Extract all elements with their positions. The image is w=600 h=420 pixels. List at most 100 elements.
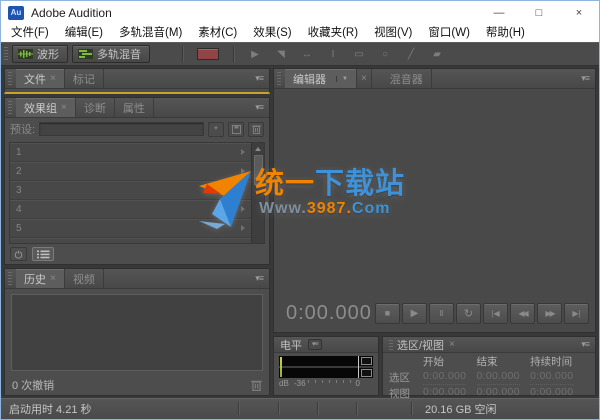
expand-arrow-icon[interactable] bbox=[241, 149, 245, 155]
menu-item-clip[interactable]: 素材(C) bbox=[190, 24, 245, 42]
menu-item-favorites[interactable]: 收藏夹(R) bbox=[300, 24, 366, 42]
multitrack-view-button[interactable]: 多轨混音 bbox=[72, 45, 150, 63]
tab-markers[interactable]: 标记 bbox=[65, 69, 104, 88]
effect-slot-number: 2 bbox=[16, 165, 22, 177]
panel-menu-icon[interactable]: ▾≡ bbox=[575, 339, 595, 350]
rewind-button[interactable]: ◀◀ bbox=[510, 302, 535, 324]
effect-slot[interactable]: 2 bbox=[10, 162, 251, 181]
preset-input[interactable] bbox=[39, 122, 204, 136]
effect-slot-number: 4 bbox=[16, 203, 22, 215]
menu-item-edit[interactable]: 编辑(E) bbox=[57, 24, 111, 42]
close-icon[interactable]: × bbox=[449, 339, 455, 350]
effects-scrollbar[interactable] bbox=[251, 143, 264, 243]
tab-effects-rack[interactable]: 效果组 × bbox=[16, 98, 76, 117]
panel-menu-icon[interactable]: ▾≡ bbox=[249, 273, 269, 284]
minimize-button[interactable]: — bbox=[479, 1, 519, 24]
paintbrush-tool-icon[interactable]: ╱ bbox=[398, 49, 424, 60]
effects-rack-panel: 效果组 × 诊断 属性 ▾≡ 预设: ▼ 1 2 3 4 5 bbox=[4, 97, 270, 265]
expand-arrow-icon[interactable] bbox=[241, 225, 245, 231]
panel-gripper[interactable] bbox=[8, 71, 12, 86]
selection-start-field[interactable]: 0:00.000 bbox=[423, 370, 467, 385]
clip-indicator-right bbox=[361, 369, 372, 377]
expand-arrow-icon[interactable] bbox=[241, 206, 245, 212]
razor-tool-icon[interactable]: ◥ bbox=[268, 49, 294, 60]
expand-arrow-icon[interactable] bbox=[241, 168, 245, 174]
effects-rack-list: 1 2 3 4 5 bbox=[9, 142, 265, 244]
slip-tool-icon[interactable]: ↔ bbox=[294, 49, 320, 60]
lasso-selection-tool-icon[interactable]: ○ bbox=[372, 49, 398, 60]
menu-item-file[interactable]: 文件(F) bbox=[3, 24, 57, 42]
editor-canvas[interactable] bbox=[274, 89, 595, 294]
waveform-view-button[interactable]: 波形 bbox=[12, 45, 68, 63]
tab-selection-view[interactable]: 选区/视图 bbox=[397, 337, 444, 353]
levels-panel: 电平 ▾≡ dB -36 0 bbox=[273, 336, 379, 396]
tab-video[interactable]: 视频 bbox=[65, 269, 104, 288]
loop-playback-button[interactable]: ↻ bbox=[456, 302, 481, 324]
effects-footer bbox=[5, 244, 269, 264]
selection-end-field[interactable]: 0:00.000 bbox=[476, 370, 520, 385]
menu-item-window[interactable]: 窗口(W) bbox=[420, 24, 478, 42]
scroll-up-button[interactable] bbox=[252, 143, 264, 155]
panel-menu-icon[interactable]: ▾≡ bbox=[308, 339, 322, 350]
tab-mixer-label: 混音器 bbox=[389, 73, 423, 86]
menu-item-view[interactable]: 视图(V) bbox=[366, 24, 420, 42]
play-button[interactable]: ▶ bbox=[402, 302, 427, 324]
marquee-selection-tool-icon[interactable]: ▭ bbox=[346, 49, 372, 60]
menu-item-help[interactable]: 帮助(H) bbox=[478, 24, 533, 42]
column-header-end: 结束 bbox=[476, 356, 498, 368]
stop-button[interactable]: ■ bbox=[375, 302, 400, 324]
effect-slot[interactable]: 6 bbox=[10, 238, 251, 244]
clear-history-button[interactable] bbox=[251, 379, 262, 391]
record-indicator[interactable] bbox=[197, 48, 219, 60]
fast-forward-button[interactable]: ▶▶ bbox=[537, 302, 562, 324]
close-icon[interactable]: × bbox=[50, 273, 56, 284]
panel-gripper[interactable] bbox=[8, 100, 12, 115]
effect-slot[interactable]: 4 bbox=[10, 200, 251, 219]
rack-power-button[interactable] bbox=[10, 247, 27, 261]
close-button[interactable]: × bbox=[559, 1, 599, 24]
move-tool-icon[interactable]: ▶ bbox=[242, 49, 268, 60]
panel-menu-icon[interactable]: ▾≡ bbox=[575, 73, 595, 84]
tab-diagnostics[interactable]: 诊断 bbox=[76, 98, 115, 117]
panel-gripper[interactable] bbox=[8, 271, 12, 286]
rack-list-toggle-button[interactable] bbox=[32, 247, 54, 261]
menubar: 文件(F) 编辑(E) 多轨混音(M) 素材(C) 效果(S) 收藏夹(R) 视… bbox=[1, 24, 599, 42]
close-icon[interactable]: × bbox=[50, 73, 56, 84]
panel-gripper[interactable] bbox=[389, 339, 393, 350]
effect-slot[interactable]: 5 bbox=[10, 219, 251, 238]
time-display[interactable]: 0:00.000 bbox=[286, 302, 372, 325]
delete-preset-button[interactable] bbox=[248, 121, 264, 137]
maximize-button[interactable]: □ bbox=[519, 1, 559, 24]
expand-arrow-icon[interactable] bbox=[241, 187, 245, 193]
toolbar-separator bbox=[233, 46, 234, 62]
close-icon[interactable]: × bbox=[361, 73, 367, 84]
close-icon[interactable]: × bbox=[61, 102, 67, 113]
preset-dropdown-button[interactable]: ▼ bbox=[208, 121, 224, 137]
time-selection-tool-icon[interactable]: I bbox=[320, 49, 346, 60]
tab-history[interactable]: 历史 × bbox=[16, 269, 65, 288]
scrollbar-thumb[interactable] bbox=[253, 155, 263, 185]
tab-editor[interactable]: 编辑器 ▼ bbox=[285, 69, 357, 88]
tab-mixer[interactable]: 混音器 bbox=[382, 69, 432, 88]
editor-dropdown-icon[interactable]: ▼ bbox=[336, 75, 348, 82]
history-list[interactable] bbox=[11, 294, 263, 371]
tab-files[interactable]: 文件 × bbox=[16, 69, 65, 88]
multitrack-button-label: 多轨混音 bbox=[97, 49, 141, 61]
menu-item-effects[interactable]: 效果(S) bbox=[245, 24, 299, 42]
tab-properties[interactable]: 属性 bbox=[115, 98, 154, 117]
toolbar-gripper[interactable] bbox=[4, 47, 8, 61]
panel-gripper[interactable] bbox=[277, 71, 281, 86]
go-to-end-button[interactable]: ▶| bbox=[564, 302, 589, 324]
panel-menu-icon[interactable]: ▾≡ bbox=[249, 73, 269, 84]
column-header-start: 开始 bbox=[423, 356, 444, 368]
pause-button[interactable]: Ⅱ bbox=[429, 302, 454, 324]
go-to-start-button[interactable]: |◀ bbox=[483, 302, 508, 324]
editor-tab-close[interactable]: × bbox=[357, 69, 372, 88]
effect-slot[interactable]: 1 bbox=[10, 143, 251, 162]
menu-item-multitrack[interactable]: 多轨混音(M) bbox=[111, 24, 190, 42]
save-preset-button[interactable] bbox=[228, 121, 244, 137]
selection-duration-field[interactable]: 0:00.000 bbox=[530, 370, 574, 385]
panel-menu-icon[interactable]: ▾≡ bbox=[249, 102, 269, 113]
effect-slot[interactable]: 3 bbox=[10, 181, 251, 200]
spot-healing-tool-icon[interactable]: ▰ bbox=[424, 49, 450, 60]
